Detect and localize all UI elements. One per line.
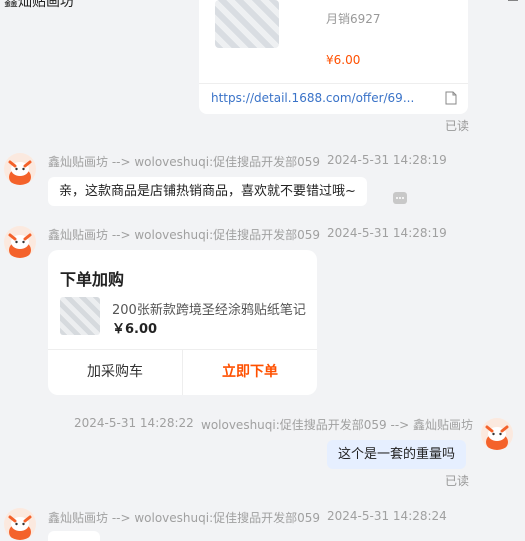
order-product-name: 200张新款跨境圣经涂鸦贴纸笔记 — [112, 303, 306, 318]
product-thumbnail — [215, 0, 279, 48]
message-sender: 鑫灿贴画坊 --> woloveshuqi:促佳搜品开发部059 — [48, 228, 321, 242]
read-status: 已读 — [445, 119, 470, 133]
product-sales: 月销6927 — [326, 12, 381, 26]
minimize-icon[interactable] — [505, 0, 521, 10]
message-time: 2024-5-31 14:28:19 — [327, 153, 447, 167]
message-text: 亲，这款商品是店铺热销商品，喜欢就不要错过哦~ — [59, 184, 356, 199]
document-icon[interactable] — [445, 90, 457, 105]
message-bubble — [48, 531, 100, 541]
avatar[interactable] — [4, 153, 36, 185]
message-sender: 鑫灿贴画坊 --> woloveshuqi:促佳搜品开发部059 — [48, 511, 321, 525]
order-product-thumbnail — [60, 297, 100, 335]
add-to-cart-button[interactable]: 加采购车 — [48, 350, 182, 395]
divider — [199, 83, 468, 84]
order-card-title: 下单加购 — [60, 270, 125, 289]
read-status: 已读 — [445, 474, 470, 488]
avatar[interactable] — [4, 508, 36, 540]
message-sender: woloveshuqi:促佳搜品开发部059 --> 鑫灿贴画坊 — [201, 418, 474, 432]
order-product-price: ￥6.00 — [112, 322, 158, 337]
message-bubble: 这个是一套的重量吗 — [327, 440, 467, 469]
more-options-icon[interactable] — [393, 192, 407, 204]
avatar[interactable] — [481, 418, 513, 450]
message-text: 这个是一套的重量吗 — [338, 447, 456, 462]
window-title: 鑫灿贴画坊 — [4, 0, 74, 9]
message-time: 2024-5-31 14:28:24 — [327, 509, 447, 523]
product-link-card[interactable]: 月销6927 ¥6.00 https://detail.1688.com/off… — [199, 0, 468, 114]
product-price: ¥6.00 — [326, 53, 361, 67]
message-time: 2024-5-31 14:28:22 — [74, 416, 194, 430]
product-url-link[interactable]: https://detail.1688.com/offer/69... — [211, 91, 436, 105]
message-time: 2024-5-31 14:28:19 — [327, 226, 447, 240]
buy-now-button[interactable]: 立即下单 — [183, 350, 317, 395]
message-bubble: 亲，这款商品是店铺热销商品，喜欢就不要错过哦~ — [48, 177, 367, 206]
avatar[interactable] — [4, 226, 36, 258]
order-card: 下单加购 200张新款跨境圣经涂鸦贴纸笔记 ￥6.00 加采购车 立即下单 — [48, 250, 317, 395]
message-sender: 鑫灿贴画坊 --> woloveshuqi:促佳搜品开发部059 — [48, 155, 321, 169]
